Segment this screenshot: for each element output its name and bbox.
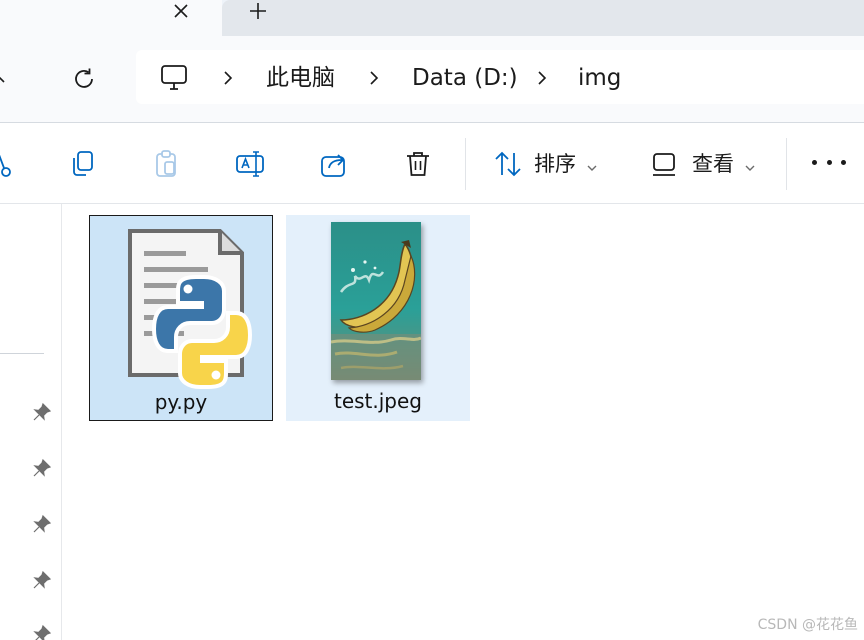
refresh-button[interactable] bbox=[70, 65, 98, 93]
chevron-down-icon bbox=[744, 158, 756, 171]
tab-strip-empty bbox=[222, 0, 864, 36]
dot bbox=[812, 160, 817, 165]
pin-icon[interactable] bbox=[32, 570, 52, 590]
up-button[interactable] bbox=[0, 66, 14, 90]
nav-divider bbox=[0, 353, 44, 354]
close-tab-button[interactable] bbox=[170, 0, 192, 22]
navigation-pane bbox=[0, 204, 62, 640]
rename-button[interactable] bbox=[234, 148, 266, 180]
separator bbox=[786, 138, 787, 190]
dot bbox=[826, 160, 832, 165]
delete-button[interactable] bbox=[402, 148, 434, 180]
file-item-test-jpeg[interactable]: test.jpeg bbox=[286, 215, 470, 421]
cut-button[interactable] bbox=[0, 148, 18, 180]
sort-button[interactable]: 排序 bbox=[534, 150, 576, 178]
file-name: test.jpeg bbox=[333, 389, 423, 413]
divider bbox=[0, 203, 864, 204]
dot bbox=[841, 160, 846, 165]
chevron-right-icon[interactable] bbox=[221, 68, 235, 88]
copy-icon bbox=[73, 151, 93, 176]
rename-icon bbox=[236, 151, 264, 177]
pin-icon[interactable] bbox=[32, 624, 52, 640]
more-options-button[interactable] bbox=[812, 160, 846, 168]
clipboard-icon bbox=[156, 150, 176, 177]
arrow-up-icon bbox=[0, 76, 5, 83]
pin-icon[interactable] bbox=[32, 402, 52, 422]
chevron-right-icon[interactable] bbox=[535, 68, 549, 88]
view-button[interactable]: 查看 bbox=[692, 150, 734, 178]
paste-button[interactable] bbox=[150, 148, 182, 180]
copy-button[interactable] bbox=[66, 148, 98, 180]
share-button[interactable] bbox=[318, 148, 350, 180]
trash-icon bbox=[407, 152, 429, 176]
pin-icon[interactable] bbox=[32, 458, 52, 478]
python-file-icon bbox=[128, 229, 253, 389]
new-tab-button[interactable] bbox=[246, 0, 270, 22]
monitor-icon bbox=[161, 65, 187, 90]
breadcrumb-data-drive[interactable]: Data (D:) bbox=[412, 62, 518, 94]
tab-strip bbox=[0, 0, 864, 36]
chevron-down-icon bbox=[586, 158, 598, 171]
separator bbox=[465, 138, 466, 190]
file-name: py.py bbox=[154, 390, 208, 414]
sort-icon[interactable] bbox=[492, 148, 524, 180]
refresh-icon bbox=[75, 68, 93, 88]
view-icon[interactable] bbox=[648, 148, 680, 180]
chevron-right-icon[interactable] bbox=[367, 68, 381, 88]
watermark: CSDN @花花鱼 bbox=[757, 617, 858, 633]
breadcrumb-this-pc[interactable]: 此电脑 bbox=[266, 62, 335, 94]
banana-image-thumbnail bbox=[331, 222, 421, 380]
share-icon bbox=[321, 154, 345, 177]
breadcrumb-img[interactable]: img bbox=[578, 62, 621, 94]
close-icon bbox=[174, 4, 188, 18]
file-item-py[interactable]: py.py bbox=[89, 215, 273, 421]
scissors-icon bbox=[0, 154, 11, 177]
this-pc-icon[interactable] bbox=[158, 63, 190, 93]
pin-icon[interactable] bbox=[32, 514, 52, 534]
plus-icon bbox=[250, 3, 266, 19]
